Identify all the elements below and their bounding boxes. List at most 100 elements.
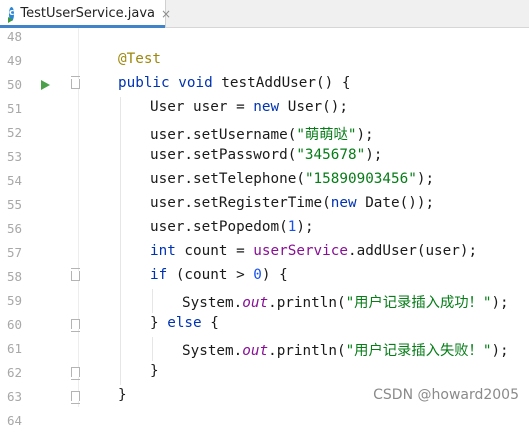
line-number: 64 bbox=[6, 413, 22, 428]
code-token: count = bbox=[175, 243, 254, 259]
code-token: User(); bbox=[279, 99, 348, 115]
line-number: 62 bbox=[6, 365, 22, 380]
code-text: user.setPopedom(1); bbox=[150, 219, 314, 235]
code-token: Date()); bbox=[356, 195, 435, 211]
code-token: "萌萌哒" bbox=[296, 127, 357, 143]
code-token: user.setPopedom( bbox=[150, 219, 288, 235]
code-line[interactable]: 64 bbox=[0, 409, 529, 433]
java-class-icon: c bbox=[8, 6, 15, 23]
code-text: user.setUsername("萌萌哒"); bbox=[150, 123, 374, 144]
code-text: user.setRegisterTime(new Date()); bbox=[150, 195, 434, 211]
code-line[interactable]: 58 if (count > 0) { bbox=[0, 265, 529, 289]
line-number: 56 bbox=[6, 221, 22, 236]
code-text: int count = userService.addUser(user); bbox=[150, 243, 477, 259]
line-number: 48 bbox=[6, 29, 22, 44]
code-token: user.setPassword( bbox=[150, 147, 297, 163]
code-editor[interactable]: 48 49 @Test 50 public void testAddUser() { 51… bbox=[0, 25, 529, 428]
fold-marker-icon[interactable] bbox=[71, 319, 80, 332]
code-token: ) { bbox=[261, 267, 288, 283]
code-token: .addUser(user); bbox=[347, 243, 478, 259]
code-token: ); bbox=[365, 147, 383, 163]
code-line[interactable]: 60} else { bbox=[0, 313, 529, 337]
code-line[interactable]: 49 @Test bbox=[0, 49, 529, 73]
code-token: (count > bbox=[167, 267, 254, 283]
code-line[interactable]: 57 int count = userService.addUser(user); bbox=[0, 241, 529, 265]
line-number: 53 bbox=[6, 149, 22, 164]
code-token: "用户记录插入失败！" bbox=[345, 343, 492, 359]
code-token: .println( bbox=[268, 295, 346, 311]
code-token: out bbox=[242, 343, 269, 359]
code-token: 0 bbox=[253, 267, 262, 283]
line-number: 50 bbox=[6, 77, 22, 92]
code-token: new bbox=[253, 99, 280, 115]
code-token: System. bbox=[182, 295, 243, 311]
code-line[interactable]: 54 user.setTelephone("15890903456"); bbox=[0, 169, 529, 193]
line-number: 57 bbox=[6, 245, 22, 260]
code-token: ); bbox=[296, 219, 314, 235]
code-text: if (count > 0) { bbox=[150, 267, 288, 283]
code-text: } bbox=[150, 363, 159, 379]
code-token: System. bbox=[182, 343, 243, 359]
code-line[interactable]: 59 System.out.println("用户记录插入成功！"); bbox=[0, 289, 529, 313]
code-line[interactable]: 52 user.setUsername("萌萌哒"); bbox=[0, 121, 529, 145]
code-token: "用户记录插入成功！" bbox=[345, 295, 492, 311]
code-line[interactable]: 51 User user = new User(); bbox=[0, 97, 529, 121]
code-line[interactable]: 62} bbox=[0, 361, 529, 385]
watermark: CSDN @howard2005 bbox=[373, 387, 519, 403]
code-text: } else { bbox=[150, 315, 219, 331]
code-text: System.out.println("用户记录插入失败！"); bbox=[182, 339, 509, 360]
line-number: 61 bbox=[6, 341, 22, 356]
close-tab-icon[interactable]: × bbox=[161, 7, 171, 21]
code-text: System.out.println("用户记录插入成功！"); bbox=[182, 291, 509, 312]
file-tab-label: TestUserService.java bbox=[20, 6, 155, 21]
code-token: if bbox=[150, 267, 168, 283]
code-line[interactable]: 55 user.setRegisterTime(new Date()); bbox=[0, 193, 529, 217]
code-token: } bbox=[150, 315, 168, 331]
code-token: "345678" bbox=[296, 147, 366, 163]
code-token: ); bbox=[491, 343, 509, 359]
code-token: .println( bbox=[268, 343, 346, 359]
file-tab[interactable]: c TestUserService.java × bbox=[0, 0, 171, 28]
code-token: testAddUser() { bbox=[212, 75, 351, 91]
code-token: ); bbox=[416, 171, 435, 187]
code-token: user.setTelephone( bbox=[150, 171, 305, 187]
line-number: 59 bbox=[6, 293, 22, 308]
fold-marker-icon[interactable] bbox=[71, 268, 80, 281]
code-line[interactable]: 50 public void testAddUser() { bbox=[0, 73, 529, 97]
code-token: userService bbox=[253, 243, 348, 259]
code-text: } bbox=[118, 387, 127, 403]
run-test-icon[interactable] bbox=[41, 80, 50, 90]
fold-marker-icon[interactable] bbox=[71, 76, 80, 89]
code-token: user.setUsername( bbox=[150, 127, 297, 143]
code-token: new bbox=[330, 195, 357, 211]
code-token: ); bbox=[356, 127, 374, 143]
fold-marker-icon[interactable] bbox=[71, 391, 80, 404]
code-token: void bbox=[178, 75, 213, 91]
code-token: int bbox=[150, 243, 176, 259]
code-line[interactable]: 48 bbox=[0, 25, 529, 49]
fold-marker-icon[interactable] bbox=[71, 367, 80, 380]
line-number: 49 bbox=[6, 53, 22, 68]
line-number: 58 bbox=[6, 269, 22, 284]
code-token: } bbox=[118, 387, 127, 403]
code-line[interactable]: 56 user.setPopedom(1); bbox=[0, 217, 529, 241]
line-number: 52 bbox=[6, 125, 22, 140]
code-token: else bbox=[167, 315, 202, 331]
line-number: 60 bbox=[6, 317, 22, 332]
editor-tab-bar: c TestUserService.java × bbox=[0, 0, 529, 28]
line-number: 55 bbox=[6, 197, 22, 212]
code-token: } bbox=[150, 363, 159, 379]
line-number: 54 bbox=[6, 173, 22, 188]
code-token: { bbox=[201, 315, 219, 331]
code-token: User user = bbox=[150, 99, 254, 115]
code-text: public void testAddUser() { bbox=[118, 75, 350, 91]
code-line[interactable]: 61 System.out.println("用户记录插入失败！"); bbox=[0, 337, 529, 361]
code-token: user.setRegisterTime( bbox=[150, 195, 331, 211]
code-token: ); bbox=[491, 295, 509, 311]
line-number: 51 bbox=[6, 101, 22, 116]
code-line[interactable]: 53 user.setPassword("345678"); bbox=[0, 145, 529, 169]
code-text: User user = new User(); bbox=[150, 99, 348, 115]
code-token: "15890903456" bbox=[304, 171, 417, 187]
code-token: out bbox=[242, 295, 269, 311]
